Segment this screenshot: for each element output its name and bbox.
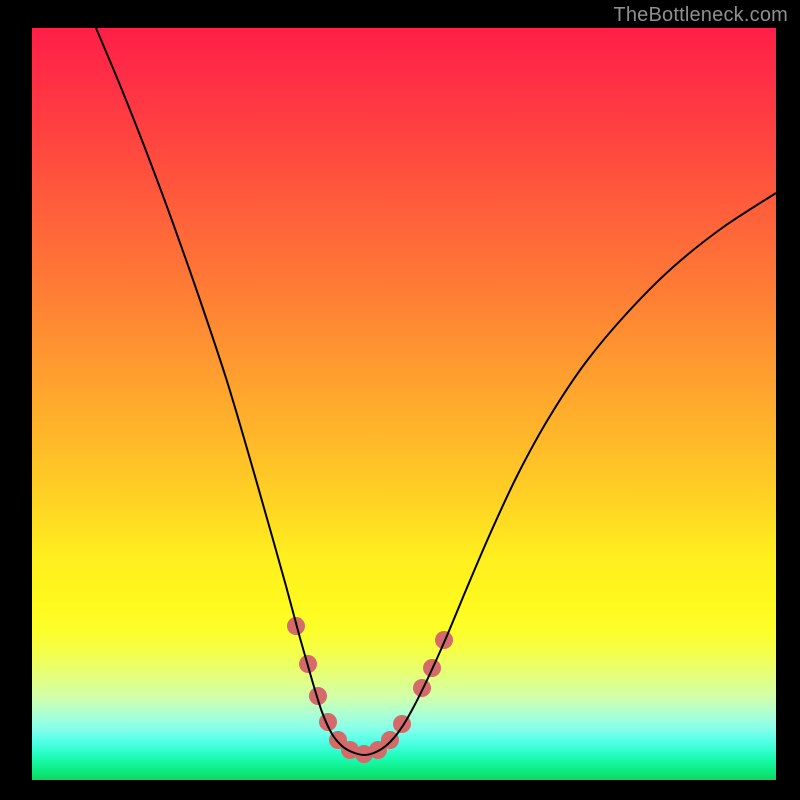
- chart-frame: TheBottleneck.com: [0, 0, 800, 800]
- plot-area: [32, 28, 776, 780]
- bottleneck-curve: [96, 28, 776, 755]
- curve-svg: [32, 28, 776, 780]
- highlight-dot: [435, 631, 453, 649]
- watermark-text: TheBottleneck.com: [613, 4, 788, 27]
- highlight-dots: [287, 617, 453, 763]
- highlight-dot: [413, 679, 431, 697]
